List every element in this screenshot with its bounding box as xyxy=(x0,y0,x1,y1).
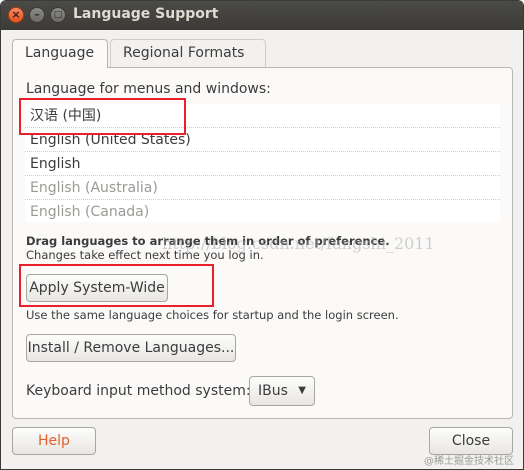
same-choices-hint-text: Use the same language choices for startu… xyxy=(26,308,399,322)
keyboard-input-label: Keyboard input method system: xyxy=(26,383,251,399)
list-item-english[interactable]: English xyxy=(25,152,500,176)
close-button[interactable]: Close xyxy=(429,427,513,455)
close-window-icon[interactable]: × xyxy=(8,7,24,23)
chevron-down-icon: ▼ xyxy=(298,385,306,396)
keyboard-input-value: IBus xyxy=(258,383,288,399)
tab-regional-formats[interactable]: Regional Formats xyxy=(110,39,266,67)
minimize-window-icon[interactable]: – xyxy=(29,7,45,23)
highlight-box-chinese xyxy=(19,98,186,135)
maximize-window-icon[interactable]: □ xyxy=(50,7,66,23)
list-item-english-canada[interactable]: English (Canada) xyxy=(25,200,500,222)
title-bar: × – □ Language Support xyxy=(1,1,523,30)
install-remove-languages-button[interactable]: Install / Remove Languages... xyxy=(26,334,236,362)
keyboard-input-select[interactable]: IBus ▼ xyxy=(249,376,315,406)
watermark-text: http://blog.csdn.net/fangshi_2011 xyxy=(162,234,435,253)
list-item-english-australia[interactable]: English (Australia) xyxy=(25,176,500,200)
highlight-box-apply xyxy=(19,264,214,307)
window-title: Language Support xyxy=(73,6,219,22)
help-button[interactable]: Help xyxy=(12,427,96,455)
menus-windows-label: Language for menus and windows: xyxy=(26,81,271,97)
corner-watermark: @稀土掘金技术社区 xyxy=(424,456,514,467)
tab-language[interactable]: Language xyxy=(12,39,108,68)
